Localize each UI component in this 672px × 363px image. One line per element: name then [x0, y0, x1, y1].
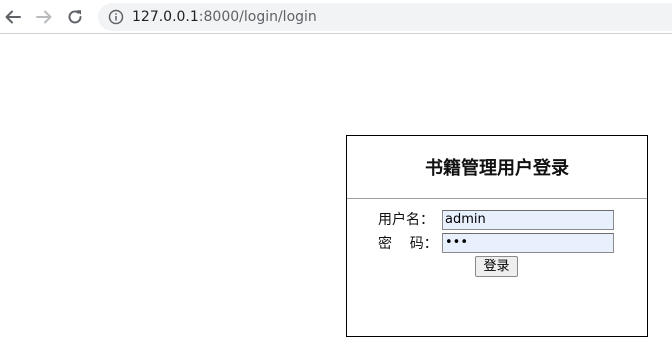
forward-button[interactable]: [33, 6, 55, 28]
reload-icon: [68, 10, 82, 24]
url-text[interactable]: 127.0.0.1:8000/login/login: [132, 3, 317, 31]
back-button[interactable]: [2, 6, 24, 28]
arrow-right-icon: [36, 10, 52, 24]
info-icon[interactable]: [108, 9, 124, 25]
url-host: 127.0.0.1: [132, 9, 199, 25]
password-input[interactable]: •••: [442, 233, 614, 253]
username-input[interactable]: admin: [442, 210, 614, 230]
url-path: :8000/login/login: [198, 9, 317, 25]
login-panel: 书籍管理用户登录 用户名： admin 密 码： ••• 登录: [346, 135, 648, 337]
username-label: 用户名：: [378, 212, 434, 228]
arrow-left-icon: [5, 10, 21, 24]
reload-button[interactable]: [64, 6, 86, 28]
address-bar[interactable]: 127.0.0.1:8000/login/login: [98, 3, 672, 31]
login-button[interactable]: 登录: [475, 256, 518, 277]
title-divider: [347, 198, 647, 199]
login-title: 书籍管理用户登录: [425, 158, 569, 179]
browser-toolbar: 127.0.0.1:8000/login/login: [0, 0, 672, 34]
password-label: 密 码：: [378, 236, 438, 252]
